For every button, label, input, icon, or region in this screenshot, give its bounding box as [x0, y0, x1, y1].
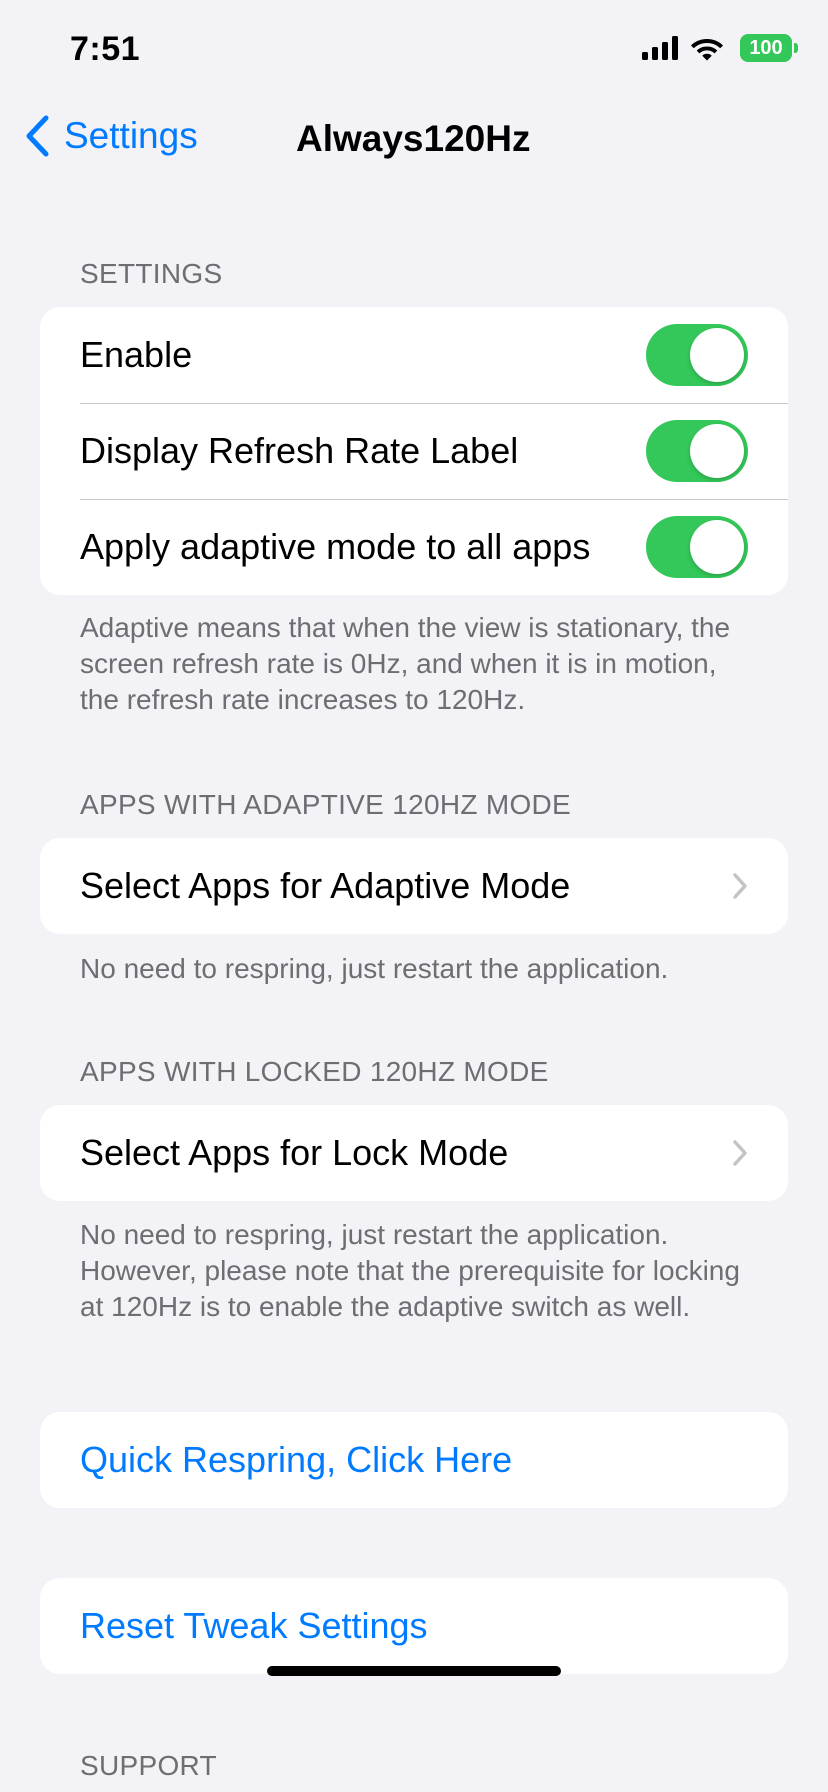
row-label: Display Refresh Rate Label	[80, 430, 519, 471]
adaptive-group: Select Apps for Adaptive Mode	[40, 838, 788, 934]
chevron-right-icon	[732, 1139, 748, 1172]
battery-cap	[794, 43, 798, 53]
home-indicator[interactable]	[267, 1666, 561, 1676]
row-label: Enable	[80, 334, 193, 375]
back-label: Settings	[64, 115, 198, 156]
chevron-right-icon	[732, 872, 748, 905]
enable-row: Enable	[40, 307, 788, 403]
display-refresh-rate-label-toggle[interactable]	[646, 420, 748, 482]
quick-respring-label: Quick Respring, Click Here	[80, 1439, 513, 1480]
page-title: Always120Hz	[296, 118, 531, 159]
row-label: Select Apps for Adaptive Mode	[80, 865, 571, 906]
settings-group: Enable Display Refresh Rate Label Apply …	[40, 307, 788, 595]
adaptive-footer: No need to respring, just restart the ap…	[80, 953, 669, 984]
locked-footer: No need to respring, just restart the ap…	[80, 1219, 740, 1322]
reset-group: Reset Tweak Settings	[40, 1578, 788, 1674]
reset-tweak-settings-label: Reset Tweak Settings	[80, 1605, 428, 1646]
signal-icon	[642, 36, 680, 60]
apply-adaptive-mode-toggle[interactable]	[646, 516, 748, 578]
section-header-support: SUPPORT	[80, 1750, 217, 1781]
battery-level: 100	[749, 36, 783, 59]
locked-group: Select Apps for Lock Mode	[40, 1105, 788, 1201]
row-label: Apply adaptive mode to all apps	[80, 526, 591, 567]
status-time: 7:51	[70, 30, 141, 68]
settings-footer: Adaptive means that when the view is sta…	[80, 612, 731, 715]
section-header-adaptive: APPS WITH ADAPTIVE 120HZ MODE	[80, 789, 572, 820]
toggle-knob	[690, 424, 744, 478]
navigation-bar: Settings Always120Hz	[0, 100, 828, 180]
reset-tweak-settings-button[interactable]: Reset Tweak Settings	[40, 1578, 788, 1674]
section-header-locked: APPS WITH LOCKED 120HZ MODE	[80, 1056, 549, 1087]
battery-icon: 100	[740, 34, 798, 62]
toggle-knob	[690, 328, 744, 382]
wifi-icon	[690, 35, 724, 61]
status-bar: 7:51 100	[0, 0, 828, 100]
quick-respring-button[interactable]: Quick Respring, Click Here	[40, 1412, 788, 1508]
apply-adaptive-mode-row: Apply adaptive mode to all apps	[40, 499, 788, 595]
back-button[interactable]: Settings	[24, 114, 198, 158]
status-icons: 100	[642, 34, 798, 62]
select-apps-lock-row[interactable]: Select Apps for Lock Mode	[40, 1105, 788, 1201]
respring-group: Quick Respring, Click Here	[40, 1412, 788, 1508]
toggle-knob	[690, 520, 744, 574]
section-header-settings: SETTINGS	[80, 258, 223, 289]
chevron-left-icon	[24, 114, 50, 158]
row-label: Select Apps for Lock Mode	[80, 1132, 509, 1173]
enable-toggle[interactable]	[646, 324, 748, 386]
select-apps-adaptive-row[interactable]: Select Apps for Adaptive Mode	[40, 838, 788, 934]
display-refresh-rate-label-row: Display Refresh Rate Label	[40, 403, 788, 499]
